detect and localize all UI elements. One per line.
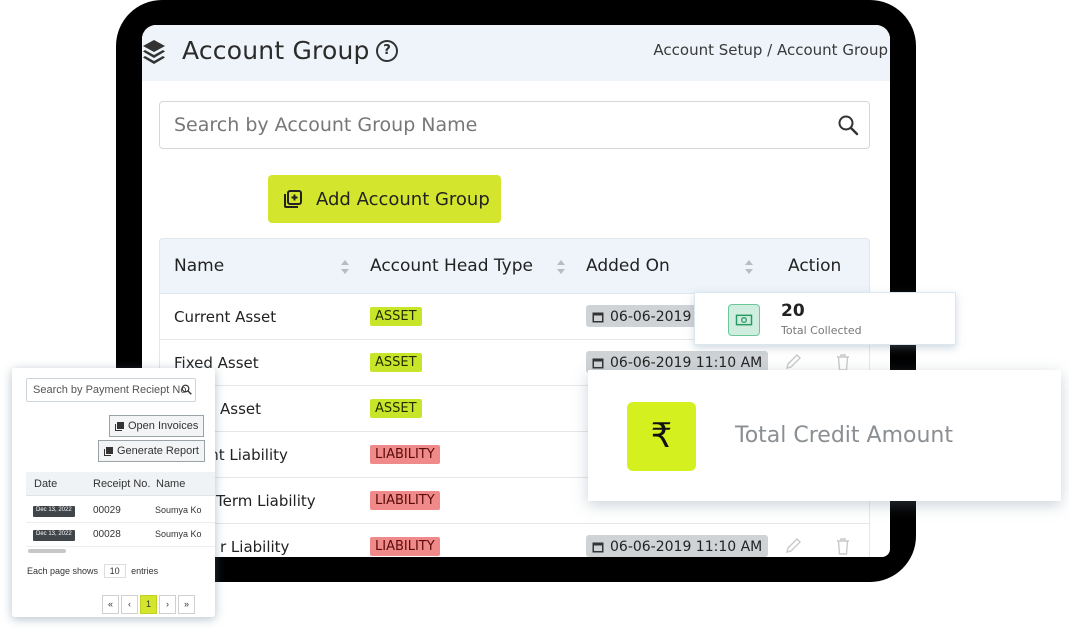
layers-icon (143, 40, 165, 64)
account-group-search (159, 101, 870, 149)
column-header-added-on[interactable]: Added On (586, 256, 670, 276)
total-credit-card: ₹ Total Credit Amount (588, 370, 1061, 501)
column-header-date: Date (34, 478, 58, 490)
type-badge: ASSET (370, 307, 422, 326)
entries-selector: Each page shows 10 entries (27, 564, 158, 578)
column-header-name[interactable]: Name (174, 256, 224, 276)
page-1-button[interactable]: 1 (140, 595, 157, 614)
sort-icon[interactable] (340, 259, 350, 275)
pagination: « ‹ 1 › » (100, 595, 195, 614)
date-chip: 06-06-2019 (586, 305, 698, 327)
table-header: Name Account Head Type Added On Action (159, 238, 870, 294)
date-text: 06-06-2019 11:10 AM (610, 355, 763, 371)
first-page-button[interactable]: « (102, 595, 119, 614)
column-header-type[interactable]: Account Head Type (370, 256, 533, 276)
search-input[interactable] (160, 102, 800, 148)
stage: Account Group ? Account Setup / Account … (0, 0, 1069, 633)
edit-icon[interactable] (784, 536, 802, 556)
row-name: Term Liability (216, 492, 316, 510)
total-collected-card: 20 Total Collected (694, 292, 956, 345)
last-page-button[interactable]: » (178, 595, 195, 614)
receipt-table-header: Date Receipt No. Name (26, 472, 215, 496)
receipt-name: Soumya Ko (155, 505, 202, 515)
delete-icon[interactable] (834, 352, 852, 372)
edit-icon[interactable] (784, 352, 802, 372)
rupee-icon: ₹ (627, 402, 696, 471)
entries-prefix: Each page shows (27, 566, 99, 576)
row-name: Current Asset (174, 308, 277, 326)
row-name: Asset (220, 400, 262, 418)
collected-value: 20 (781, 301, 805, 321)
collected-label: Total Collected (781, 324, 862, 337)
calendar-icon (592, 312, 604, 323)
search-icon[interactable] (837, 114, 859, 136)
sort-icon[interactable] (556, 259, 566, 275)
type-badge: ASSET (370, 399, 422, 418)
column-header-receipt-no: Receipt No. (93, 478, 151, 490)
date-chip: Dec 13, 2022 (33, 530, 75, 541)
search-icon[interactable] (181, 384, 192, 395)
calendar-icon (592, 542, 604, 553)
cash-icon (728, 304, 760, 336)
entries-select[interactable]: 10 (103, 564, 126, 578)
receipt-panel: Search by Payment Reciept No Open Invoic… (12, 368, 215, 617)
calendar-icon (592, 358, 604, 369)
date-text: 06-06-2019 11:10 AM (610, 539, 763, 555)
type-badge: LIABILITY (370, 445, 440, 464)
row-name: r Liability (220, 538, 290, 556)
generate-report-button[interactable]: Generate Report (98, 440, 205, 462)
date-text: 06-06-2019 (610, 309, 692, 325)
date-chip: 06-06-2019 11:10 AM (586, 535, 769, 557)
add-button-label: Add Account Group (316, 188, 490, 210)
prev-page-button[interactable]: ‹ (121, 595, 138, 614)
open-invoices-button[interactable]: Open Invoices (109, 415, 205, 437)
open-invoices-label: Open Invoices (128, 420, 199, 432)
sort-icon[interactable] (744, 259, 754, 275)
receipt-search-input[interactable]: Search by Payment Reciept No (26, 378, 196, 402)
generate-report-label: Generate Report (117, 445, 199, 457)
table-row: Dec 13, 2022 00029 Soumya Ko (26, 499, 215, 523)
column-header-action: Action (788, 256, 842, 276)
breadcrumb[interactable]: Account Setup / Account Group (653, 41, 888, 59)
entries-suffix: entries (131, 566, 159, 576)
receipt-no: 00028 (93, 529, 121, 540)
column-header-name: Name (156, 478, 186, 490)
type-badge: ASSET (370, 353, 422, 372)
help-icon[interactable]: ? (376, 40, 398, 62)
next-page-button[interactable]: › (159, 595, 176, 614)
add-icon (284, 190, 302, 208)
delete-icon[interactable] (834, 536, 852, 556)
copy-icon (104, 446, 113, 456)
copy-icon (115, 421, 124, 431)
add-account-group-button[interactable]: Add Account Group (268, 175, 501, 223)
type-badge: LIABILITY (370, 491, 440, 510)
page-title: Account Group (182, 36, 370, 65)
receipt-name: Soumya Ko (155, 529, 202, 539)
table-row: Dec 13, 2022 00028 Soumya Ko (26, 523, 215, 547)
receipt-no: 00029 (93, 505, 121, 516)
type-badge: LIABILITY (370, 537, 440, 556)
top-bar: Account Group ? Account Setup / Account … (142, 25, 890, 81)
credit-label: Total Credit Amount (735, 423, 953, 448)
date-chip: Dec 13, 2022 (33, 506, 75, 517)
table-row: r Liability LIABILITY 06-06-2019 11:10 A… (159, 524, 870, 557)
horizontal-scrollbar[interactable] (28, 549, 66, 553)
